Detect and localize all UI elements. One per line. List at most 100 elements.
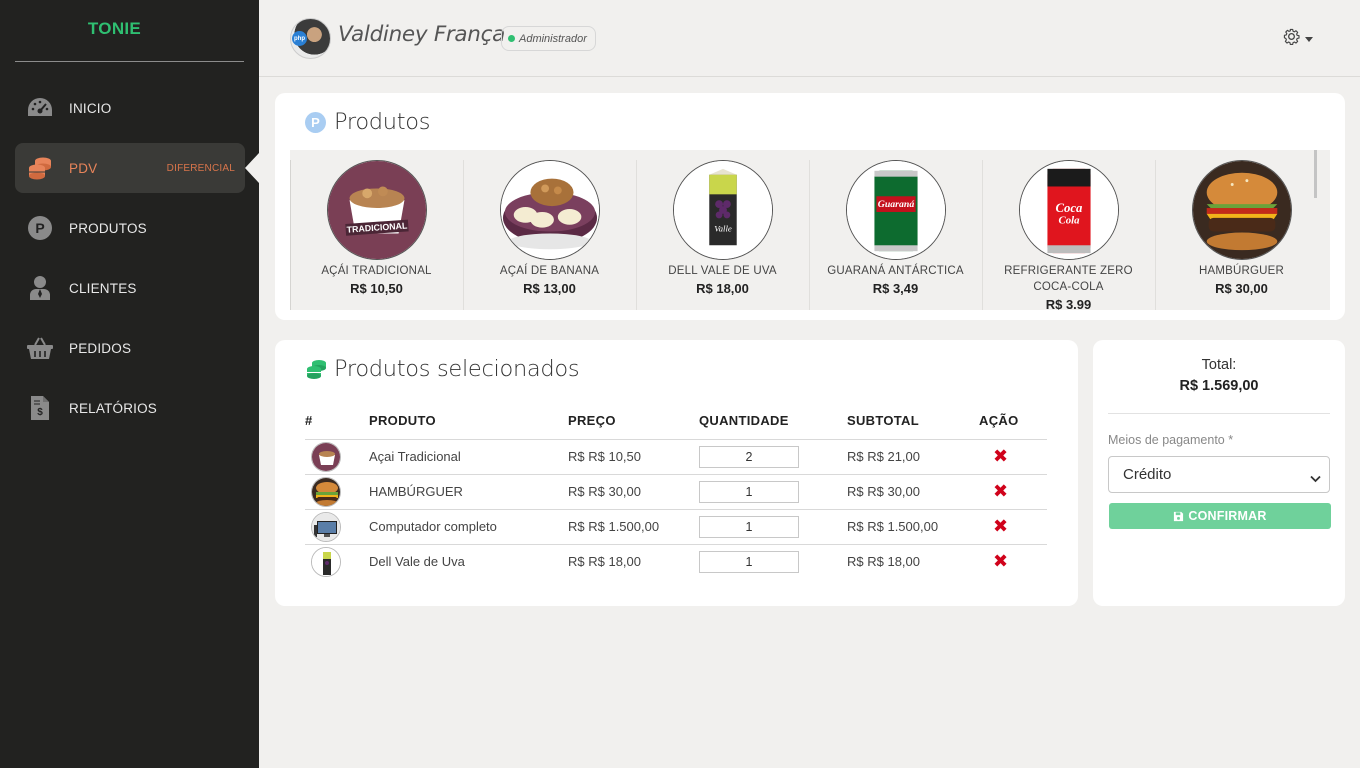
row-product: Computador completo	[369, 509, 568, 545]
product-price: R$ 3.99	[1045, 297, 1092, 310]
quantity-input[interactable]: 2	[699, 445, 799, 468]
row-subtotal: R$ R$ 18,00	[847, 554, 920, 570]
p-circle-icon: P	[305, 111, 326, 133]
products-card: P Produtos TRADICIONAL AÇÁI TRADICIONAL …	[275, 93, 1345, 320]
product-thumbnail	[311, 511, 341, 542]
sidebar-item-label: INICIO	[69, 100, 112, 116]
table-row: HAMBÚRGUER R$ R$ 30,00 1 R$ R$ 30,00 ✖	[305, 474, 1047, 510]
table-row: Açai Tradicional R$ R$ 10,50 2 R$ R$ 21,…	[305, 439, 1047, 475]
svg-text:Guaraná: Guaraná	[877, 199, 914, 210]
quantity-input[interactable]: 1	[699, 550, 799, 573]
chevron-down-icon	[1310, 470, 1321, 487]
product-item[interactable]: AÇAÍ DE BANANA R$ 13,00	[463, 160, 635, 310]
avatar[interactable]: php	[290, 18, 331, 59]
payment-method-select[interactable]: Crédito	[1108, 456, 1330, 493]
svg-text:Cola: Cola	[1058, 215, 1080, 227]
svg-text:Valle: Valle	[714, 224, 732, 234]
quantity-input[interactable]: 1	[699, 515, 799, 538]
product-item[interactable]: HAMBÚRGUER R$ 30,00	[1155, 160, 1327, 310]
total-label: Total:	[1201, 357, 1237, 373]
role-badge: Administrador	[501, 26, 596, 51]
row-price: R$ R$ 1.500,00	[568, 509, 699, 545]
column-header: PREÇO	[568, 402, 699, 440]
remove-item-icon[interactable]: ✖	[979, 551, 1008, 571]
products-title: P Produtos	[305, 109, 430, 135]
column-header: PRODUTO	[369, 402, 568, 440]
sidebar-item-relatorios[interactable]: $ RELATÓRIOS	[15, 383, 245, 433]
carousel-scrollbar[interactable]	[1314, 150, 1317, 198]
total-value: R$ 1.569,00	[1179, 378, 1259, 394]
svg-text:$: $	[37, 407, 43, 418]
product-thumbnail	[311, 441, 341, 472]
sidebar-nav: INICIO PDV DIFERENCIAL P PRODUTOS CLIENT…	[15, 83, 245, 443]
selected-products-table: # PRODUTO PREÇO QUANTIDADE SUBTOTAL AÇÃO…	[305, 402, 1047, 579]
top-header: php Valdiney França Administrador	[259, 0, 1360, 77]
products-title-text: Produtos	[334, 109, 431, 135]
product-image: Guaraná	[845, 160, 946, 260]
sidebar-item-label: PDV	[69, 160, 98, 176]
sidebar-item-pedidos[interactable]: PEDIDOS	[15, 323, 245, 373]
product-item[interactable]: Valle DELL VALE DE UVA R$ 18,00	[636, 160, 808, 310]
remove-item-icon[interactable]: ✖	[979, 516, 1008, 536]
product-image: Valle	[672, 160, 773, 260]
product-name: GUARANÁ ANTÁRCTICA	[827, 265, 964, 277]
row-subtotal: R$ R$ 21,00	[847, 439, 979, 475]
product-thumbnail	[311, 476, 341, 507]
divider	[1108, 413, 1330, 414]
sidebar-item-label: PRODUTOS	[69, 220, 147, 236]
svg-text:P: P	[35, 220, 44, 236]
sidebar-item-pdv[interactable]: PDV DIFERENCIAL	[15, 143, 245, 193]
settings-dropdown[interactable]	[1283, 28, 1313, 50]
product-item[interactable]: Guaraná GUARANÁ ANTÁRCTICA R$ 3,49	[809, 160, 981, 310]
quantity-input[interactable]: 1	[699, 480, 799, 503]
product-name: REFRIGERANTE ZERO COCA-COLA	[1004, 265, 1133, 293]
remove-item-icon[interactable]: ✖	[979, 446, 1008, 466]
row-subtotal: R$ R$ 1.500,00	[847, 509, 979, 545]
sidebar-item-label: CLIENTES	[69, 280, 137, 296]
svg-text:Coca: Coca	[1055, 201, 1083, 215]
gear-icon	[1283, 28, 1300, 50]
online-status-icon	[508, 35, 515, 42]
sidebar-item-produtos[interactable]: P PRODUTOS	[15, 203, 245, 253]
product-thumbnail	[311, 546, 341, 577]
row-price: R$ R$ 30,00	[568, 474, 699, 510]
remove-item-icon[interactable]: ✖	[979, 481, 1008, 501]
row-price: R$ R$ 10,50	[568, 439, 699, 475]
confirm-button[interactable]: CONFIRMAR	[1109, 503, 1331, 529]
column-header: #	[305, 402, 369, 440]
selected-title-text: Produtos selecionados	[334, 356, 580, 382]
row-product: Açai Tradicional	[369, 439, 568, 475]
product-name: AÇÁI TRADICIONAL	[321, 265, 432, 277]
user-icon	[25, 273, 55, 303]
product-price: R$ 3,49	[872, 281, 919, 296]
product-image	[499, 160, 600, 260]
invoice-icon: $	[25, 393, 55, 423]
product-item[interactable]: Coca Cola REFRIGERANTE ZERO COCA-COLA R$ …	[982, 160, 1154, 310]
user-name[interactable]: Valdiney França	[338, 22, 505, 47]
product-image	[1191, 160, 1292, 260]
sidebar-item-label: PEDIDOS	[69, 340, 132, 356]
sidebar-item-inicio[interactable]: INICIO	[15, 83, 245, 133]
brand: TONIE	[15, 0, 244, 62]
row-product: Dell Vale de Uva	[369, 554, 465, 570]
payment-method-value: Crédito	[1123, 466, 1172, 483]
table-header-row: # PRODUTO PREÇO QUANTIDADE SUBTOTAL AÇÃO	[305, 402, 1047, 440]
product-price: R$ 30,00	[1215, 281, 1268, 296]
product-item[interactable]: TRADICIONAL AÇÁI TRADICIONAL R$ 10,50	[290, 160, 462, 310]
feature-badge: DIFERENCIAL	[166, 162, 235, 174]
product-image: Coca Cola	[1018, 160, 1119, 260]
product-price: R$ 18,00	[696, 281, 749, 296]
selected-title: Produtos selecionados	[305, 356, 580, 382]
selected-products-card: Produtos selecionados # PRODUTO PREÇO QU…	[275, 340, 1078, 606]
sidebar-item-clientes[interactable]: CLIENTES	[15, 263, 245, 313]
brand-name[interactable]: TONIE	[88, 19, 141, 39]
role-label: Administrador	[519, 32, 587, 45]
table-row: Dell Vale de Uva R$ R$ 18,00 1 R$ R$ 18,…	[305, 544, 1047, 579]
column-header: SUBTOTAL	[847, 402, 979, 440]
active-indicator-arrow	[245, 153, 259, 183]
product-carousel[interactable]: TRADICIONAL AÇÁI TRADICIONAL R$ 10,50 AÇ…	[290, 150, 1330, 310]
product-name: HAMBÚRGUER	[1198, 265, 1285, 277]
sidebar-item-label: RELATÓRIOS	[69, 400, 158, 416]
column-header: AÇÃO	[979, 402, 1047, 440]
coins-icon	[25, 153, 55, 183]
